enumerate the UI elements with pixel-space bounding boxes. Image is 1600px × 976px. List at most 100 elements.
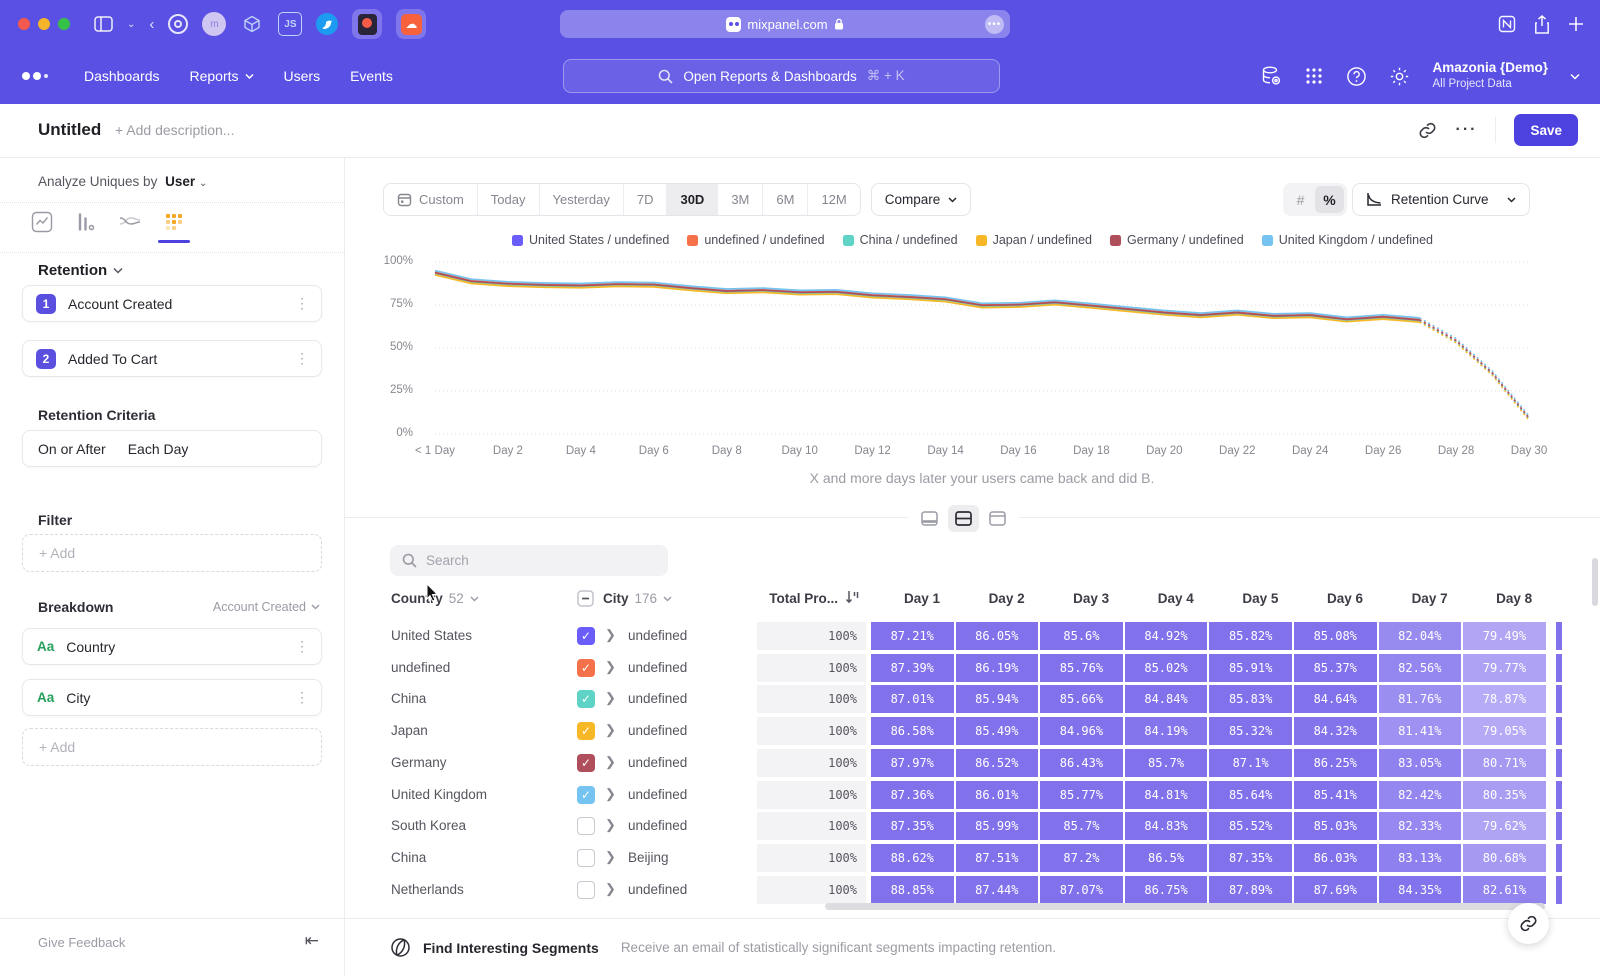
retention-value-cell[interactable]: 85.37% [1294, 654, 1377, 682]
retention-value-cell[interactable]: 85.52% [1209, 812, 1292, 840]
report-description-placeholder[interactable]: + Add description... [115, 122, 234, 138]
row-checkbox-checked[interactable]: ✓ [577, 627, 595, 645]
nav-dashboards[interactable]: Dashboards [84, 68, 160, 84]
retention-value-cell[interactable]: 82.56% [1379, 654, 1462, 682]
extension-icon-1[interactable] [168, 14, 188, 34]
retention-value-cell[interactable]: 86.03% [1294, 844, 1377, 872]
range-12m[interactable]: 12M [808, 184, 859, 215]
address-bar[interactable]: mixpanel.com ••• [560, 10, 1010, 38]
extension-icon-6[interactable]: ☁ [396, 9, 426, 39]
range-today[interactable]: Today [478, 184, 540, 215]
data-management-icon[interactable] [1260, 65, 1282, 87]
retention-line-chart[interactable] [427, 258, 1537, 440]
sort-icon[interactable] [844, 589, 860, 605]
extension-icon-3[interactable] [240, 12, 264, 36]
retention-value-cell[interactable]: 87.89% [1209, 876, 1292, 904]
retention-value-cell[interactable]: 82.42% [1379, 781, 1462, 809]
legend-item[interactable]: United States / undefined [512, 233, 669, 247]
retention-value-cell[interactable]: 79.77% [1463, 654, 1546, 682]
step-event-name[interactable]: Added To Cart [68, 351, 157, 367]
retention-value-cell[interactable]: 86.01% [956, 781, 1039, 809]
retention-value-cell[interactable]: 85.7% [1040, 812, 1123, 840]
view-chart-icon[interactable] [914, 505, 945, 532]
retention-value-cell[interactable]: 86.05% [956, 622, 1039, 650]
retention-value-cell[interactable]: 85.6% [1040, 622, 1123, 650]
retention-value-cell[interactable]: 87.69% [1294, 876, 1377, 904]
retention-value-cell[interactable]: 85.41% [1294, 781, 1377, 809]
sidebar-toggle-icon[interactable] [94, 16, 113, 32]
retention-value-cell[interactable]: 85.82% [1209, 622, 1292, 650]
retention-value-cell[interactable]: 85.49% [956, 717, 1039, 745]
retention-value-cell[interactable]: 85.02% [1125, 654, 1208, 682]
range-3m[interactable]: 3M [718, 184, 763, 215]
copy-link-icon[interactable] [1418, 121, 1437, 140]
retention-value-cell[interactable]: 87.44% [956, 876, 1039, 904]
retention-value-cell[interactable]: 79.49% [1463, 622, 1546, 650]
day-column-header[interactable]: Day 6 [1294, 591, 1377, 606]
retention-value-cell[interactable]: 84.32% [1294, 717, 1377, 745]
collapse-sidebar-icon[interactable]: ⇤ [305, 931, 319, 951]
legend-item[interactable]: United Kingdom / undefined [1262, 233, 1433, 247]
table-search[interactable] [390, 545, 668, 576]
retention-value-cell[interactable]: 84.84% [1125, 685, 1208, 713]
extension-icon-5[interactable] [352, 9, 382, 39]
retention-value-cell[interactable]: 84.81% [1125, 781, 1208, 809]
share-link-floating-button[interactable] [1508, 903, 1549, 944]
retention-value-cell[interactable]: 84.83% [1125, 812, 1208, 840]
more-options-icon[interactable]: ··· [1455, 121, 1477, 139]
retention-value-cell[interactable]: 85.08% [1294, 622, 1377, 650]
retention-value-cell[interactable]: 87.1% [1209, 749, 1292, 777]
vertical-scrollbar[interactable] [1592, 558, 1598, 606]
day-column-header[interactable]: Day 3 [1040, 591, 1123, 606]
row-expand-icon[interactable]: ❯ [605, 627, 616, 643]
notion-icon[interactable] [1498, 15, 1516, 33]
breakdown-property[interactable]: Country [66, 639, 115, 655]
nav-events[interactable]: Events [350, 68, 393, 84]
retention-value-cell[interactable]: 88.62% [871, 844, 954, 872]
retention-value-cell[interactable]: 84.19% [1125, 717, 1208, 745]
retention-value-cell[interactable]: 79.05% [1463, 717, 1546, 745]
breakdown-country[interactable]: Aa Country ⋮ [22, 628, 322, 665]
day-column-header[interactable]: Day 8 [1463, 591, 1546, 606]
retention-value-cell[interactable]: 85.99% [956, 812, 1039, 840]
new-tab-icon[interactable] [1568, 16, 1584, 32]
retention-value-cell[interactable]: 82.61% [1463, 876, 1546, 904]
breakdown-city[interactable]: Aa City ⋮ [22, 679, 322, 716]
step-event-name[interactable]: Account Created [68, 296, 172, 312]
row-checkbox-checked[interactable]: ✓ [577, 754, 595, 772]
range-30d[interactable]: 30D [667, 184, 718, 215]
analyze-value-dropdown[interactable]: User [165, 174, 195, 189]
retention-value-cell[interactable]: 85.7% [1125, 749, 1208, 777]
row-checkbox-checked[interactable]: ✓ [577, 659, 595, 677]
retention-value-cell[interactable]: 86.5% [1125, 844, 1208, 872]
retention-value-cell[interactable]: 86.52% [956, 749, 1039, 777]
kebab-menu-icon[interactable]: ⋮ [295, 689, 309, 706]
table-search-input[interactable] [426, 553, 636, 568]
retention-value-cell[interactable]: 81.41% [1379, 717, 1462, 745]
project-switcher[interactable]: Amazonia {Demo} All Project Data [1432, 60, 1548, 91]
retention-value-cell[interactable]: 87.35% [871, 812, 954, 840]
back-icon[interactable]: ‹ [149, 16, 154, 33]
range-6m[interactable]: 6M [763, 184, 808, 215]
retention-step-a[interactable]: 1 Account Created ⋮ [22, 285, 322, 322]
select-all-checkbox[interactable] [577, 590, 594, 607]
filter-add-button[interactable]: + Add [22, 534, 322, 572]
row-checkbox-unchecked[interactable] [577, 881, 595, 899]
country-column-header[interactable]: Country52 [391, 591, 479, 606]
legend-item[interactable]: undefined / undefined [687, 233, 824, 247]
row-expand-icon[interactable]: ❯ [605, 754, 616, 770]
insights-tab-icon[interactable] [30, 210, 54, 234]
retention-value-cell[interactable]: 85.66% [1040, 685, 1123, 713]
legend-item[interactable]: Japan / undefined [976, 233, 1092, 247]
retention-value-cell[interactable]: 83.05% [1379, 749, 1462, 777]
retention-value-cell[interactable]: 85.64% [1209, 781, 1292, 809]
retention-value-cell[interactable]: 87.01% [871, 685, 954, 713]
global-search[interactable]: Open Reports & Dashboards ⌘ + K [563, 59, 1000, 93]
nav-users[interactable]: Users [284, 68, 321, 84]
nav-reports[interactable]: Reports [190, 68, 254, 84]
day-column-header[interactable]: Day 2 [956, 591, 1039, 606]
retention-value-cell[interactable]: 87.97% [871, 749, 954, 777]
retention-value-cell[interactable]: 84.92% [1125, 622, 1208, 650]
retention-value-cell[interactable]: 80.68% [1463, 844, 1546, 872]
settings-gear-icon[interactable] [1389, 66, 1410, 87]
